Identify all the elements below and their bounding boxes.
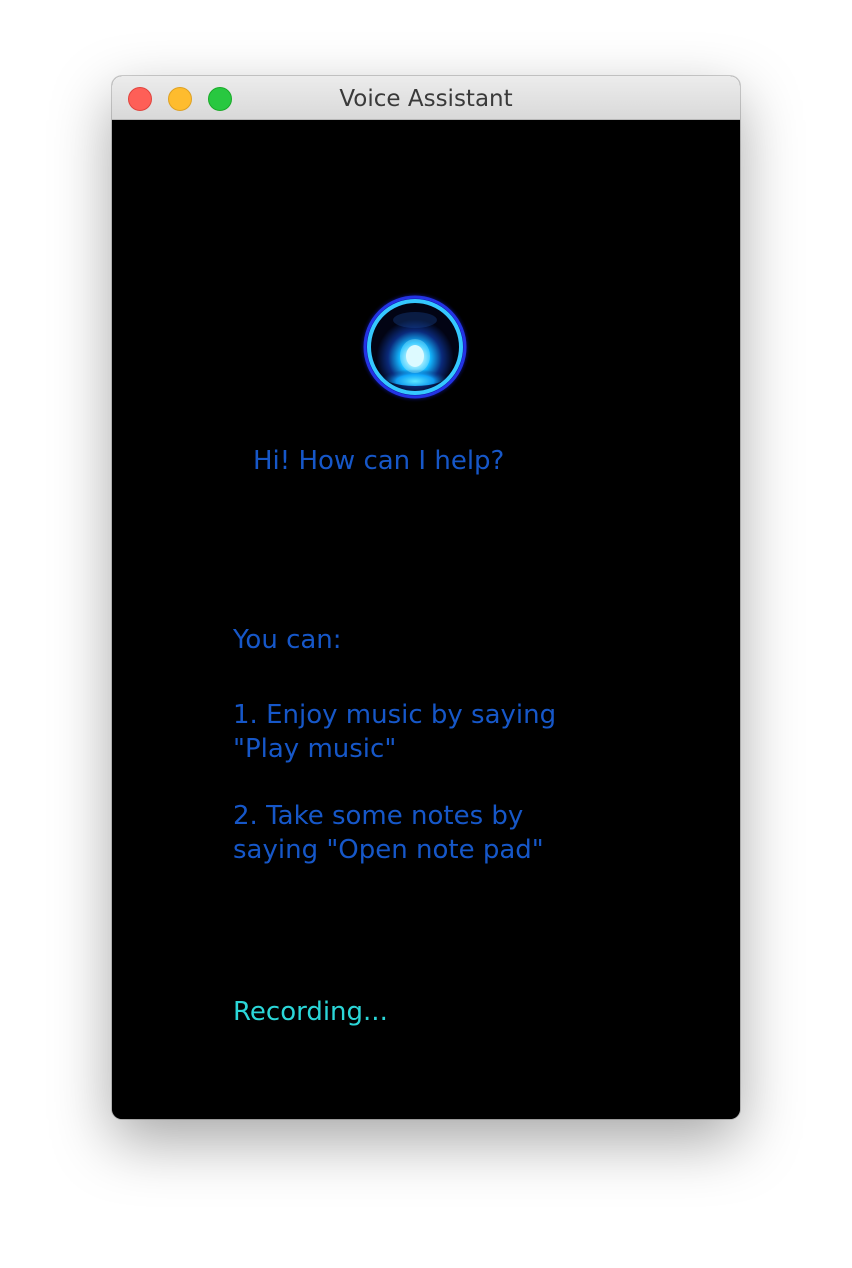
suggestion-line: "Play music" (233, 734, 397, 764)
suggestion-open-note-pad: 2. Take some notes by saying "Open note … (233, 799, 544, 867)
voice-assistant-window: Voice Assistant Hi! How can I help? You … (112, 76, 740, 1119)
assistant-panel: Hi! How can I help? You can: 1. Enjoy mu… (112, 120, 740, 1119)
recording-status: Recording... (233, 997, 388, 1027)
window-title: Voice Assistant (339, 86, 513, 112)
voice-orb-icon[interactable] (358, 290, 472, 404)
suggestions-heading: You can: (233, 625, 342, 655)
suggestion-line: 2. Take some notes by (233, 801, 524, 831)
title-bar[interactable]: Voice Assistant (112, 76, 740, 120)
greeting-text: Hi! How can I help? (253, 446, 505, 476)
suggestion-line: saying "Open note pad" (233, 835, 544, 865)
suggestion-line: 1. Enjoy music by saying (233, 700, 557, 730)
suggestion-play-music: 1. Enjoy music by saying "Play music" (233, 698, 556, 766)
